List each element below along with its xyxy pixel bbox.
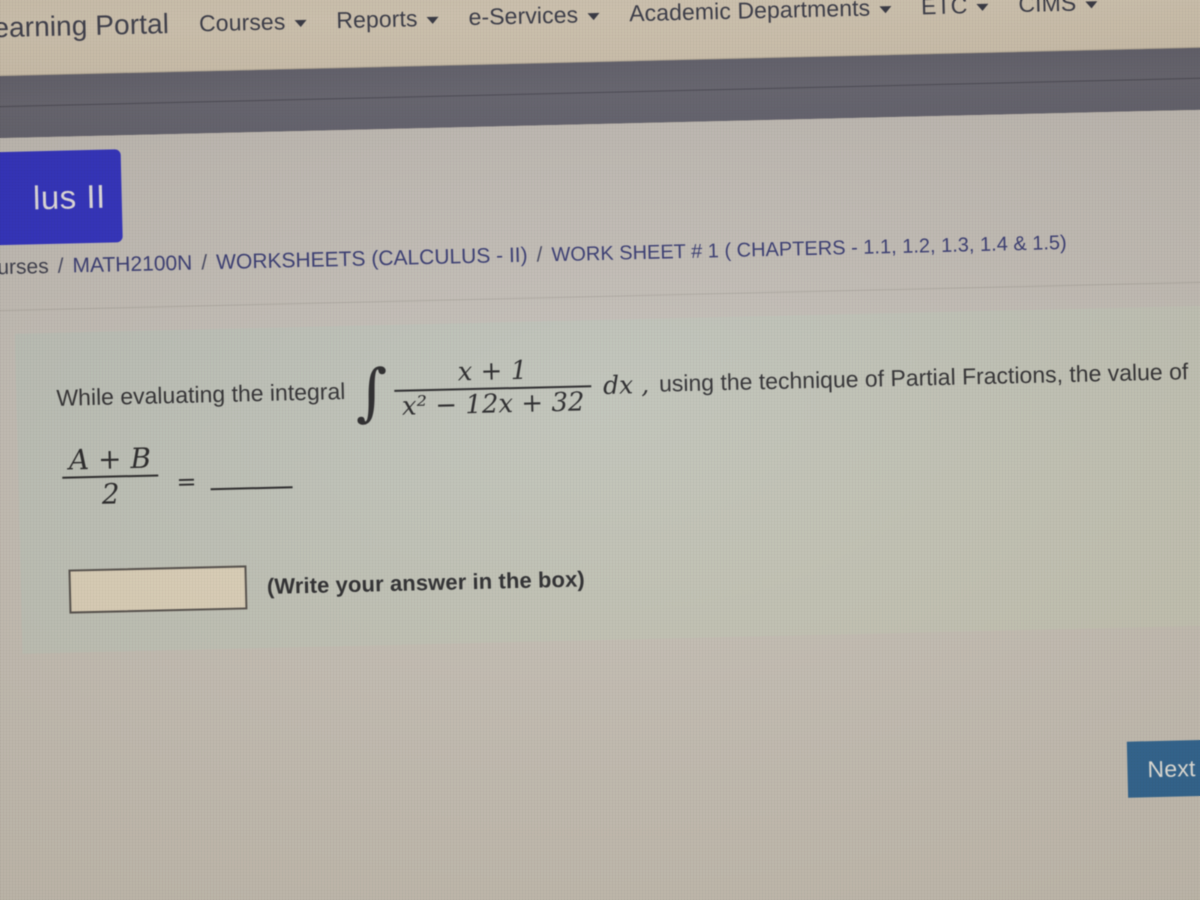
breadcrumb: / courses / MATH2100N / WORKSHEETS (CALC… <box>0 227 1200 281</box>
breadcrumb-item-course-code[interactable]: MATH2100N <box>72 252 192 279</box>
brand-title[interactable]: Learning Portal <box>0 8 169 45</box>
expression-denominator: 2 <box>101 477 121 512</box>
breadcrumb-item-worksheets[interactable]: WORKSHEETS (CALCULUS - II) <box>216 244 528 275</box>
answer-hint-label: (Write your answer in the box) <box>266 566 586 600</box>
expression-numerator: A + B <box>68 441 152 477</box>
breadcrumb-separator: / <box>536 243 543 267</box>
chevron-down-icon <box>587 12 600 20</box>
nav-item-courses[interactable]: Courses <box>199 7 307 37</box>
expression-line: A + B 2 = <box>61 417 1200 512</box>
chevron-down-icon <box>1085 0 1098 8</box>
next-page-button[interactable]: Next page <box>1126 737 1200 798</box>
screen-photo: Learning Portal Courses Reports e-Servic… <box>0 0 1200 900</box>
answer-row: (Write your answer in the box) <box>68 543 1200 614</box>
breadcrumb-item-worksheet[interactable]: WORK SHEET # 1 ( CHAPTERS - 1.1, 1.2, 1.… <box>551 232 1067 267</box>
chevron-down-icon <box>294 19 307 27</box>
question-lead-text: While evaluating the integral <box>56 378 346 412</box>
question-card: While evaluating the integral ∫ x + 1 x²… <box>14 304 1200 654</box>
equals-sign: = <box>176 467 197 497</box>
nav-item-label: Courses <box>198 7 286 36</box>
integrand-denominator: x² − 12x + 32 <box>401 387 585 422</box>
nav-item-cims[interactable]: CIMS <box>1018 0 1098 18</box>
nav-item-e-services[interactable]: e-Services <box>468 0 600 30</box>
nav-item-etc[interactable]: ETC <box>921 0 989 20</box>
nav-items-container: Learning Portal Courses Reports e-Servic… <box>0 0 1098 45</box>
chevron-down-icon <box>976 3 989 11</box>
question-tail-text: using the technique of Partial Fractions… <box>658 358 1189 397</box>
nav-item-label: CIMS <box>1018 0 1077 17</box>
course-title-tab[interactable]: lus II <box>0 149 123 247</box>
question-statement: While evaluating the integral ∫ x + 1 x²… <box>56 340 1200 430</box>
nav-item-academic-departments[interactable]: Academic Departments <box>629 0 892 27</box>
nav-item-label: ETC <box>920 0 968 19</box>
integrand-numerator: x + 1 <box>457 355 528 388</box>
divider <box>0 77 1200 109</box>
breadcrumb-divider <box>0 281 1200 313</box>
breadcrumb-item-courses[interactable]: courses <box>0 255 49 281</box>
nav-item-label: e-Services <box>468 0 579 30</box>
nav-item-label: Reports <box>336 4 418 33</box>
answer-input[interactable] <box>68 565 248 614</box>
nav-item-label: Academic Departments <box>628 0 871 26</box>
integrand-fraction: x + 1 x² − 12x + 32 <box>394 354 592 422</box>
chevron-down-icon <box>426 16 439 24</box>
breadcrumb-separator: / <box>57 254 64 278</box>
browser-viewport: Learning Portal Courses Reports e-Servic… <box>0 0 1200 900</box>
course-title-label: lus II <box>32 177 107 216</box>
differential-dx: dx , <box>602 369 650 400</box>
integral-sign-icon: ∫ <box>354 355 389 430</box>
nav-item-reports[interactable]: Reports <box>336 4 439 33</box>
page-content-area: lus II / courses / MATH2100N / WORKSHEET… <box>0 109 1200 900</box>
chevron-down-icon <box>879 5 892 13</box>
answer-blank-rule <box>210 486 293 491</box>
expression-fraction: A + B 2 <box>61 442 159 512</box>
breadcrumb-separator: / <box>201 251 208 275</box>
